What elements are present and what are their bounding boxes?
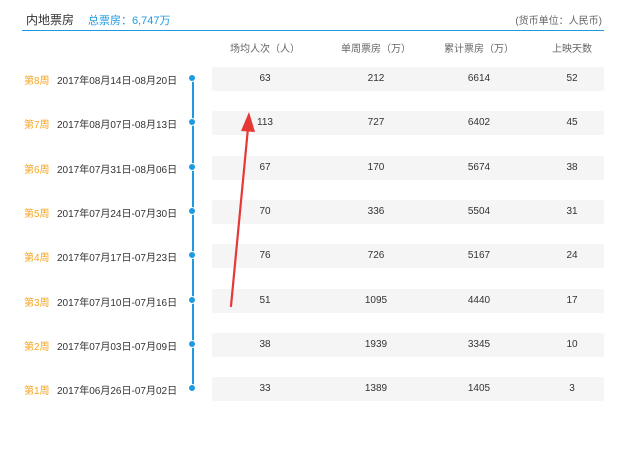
annotation-arrow-icon [229, 112, 255, 308]
